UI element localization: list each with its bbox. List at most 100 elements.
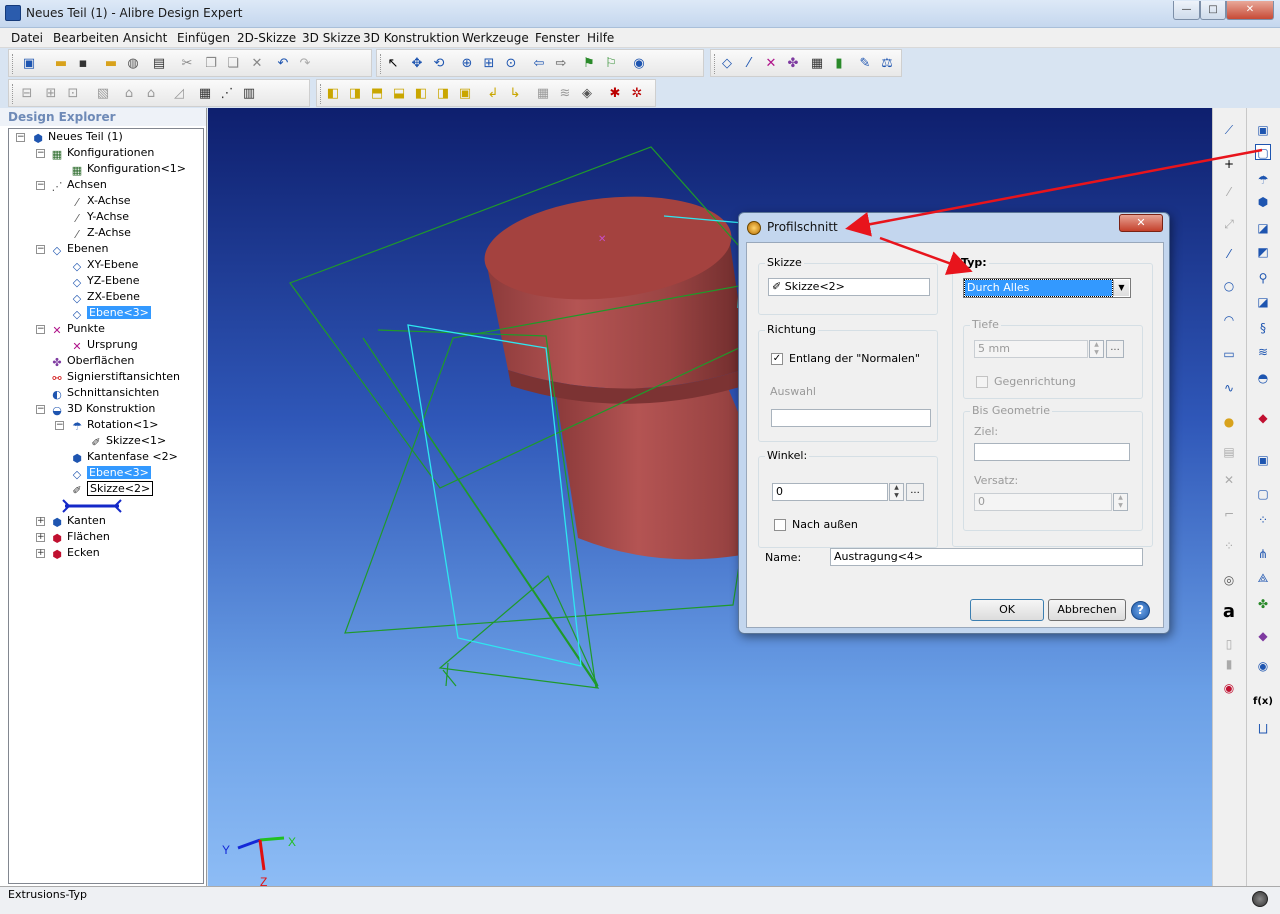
sketch-tool-7-icon[interactable]: ◿ [171, 86, 187, 102]
skizze-field[interactable]: ✐ Skizze<2> [768, 278, 930, 296]
nach-aussen-checkbox[interactable] [774, 519, 786, 531]
collapse-toggle[interactable]: − [55, 421, 64, 430]
tree-node-revolve-1[interactable]: ☂ Rotation<1> [70, 418, 158, 433]
sketch-tool-3-icon[interactable]: ⊡ [65, 86, 81, 102]
axis-tool-icon[interactable]: ⁄ [741, 56, 757, 72]
collapse-toggle[interactable]: − [36, 181, 45, 190]
view-left-icon[interactable]: ◧ [413, 86, 429, 102]
tree-node-plane-3[interactable]: ◇ Ebene<3> [70, 306, 151, 321]
tree-node-planes[interactable]: ◇ Ebenen [50, 242, 109, 257]
tree-node-x-axis[interactable]: ⁄ X-Achse [70, 194, 131, 209]
collapse-toggle[interactable]: − [36, 405, 45, 414]
app-icon[interactable] [5, 5, 21, 21]
delete-icon[interactable]: ✕ [249, 56, 265, 72]
menu-hilfe[interactable]: Hilfe [587, 31, 614, 45]
expand-toggle[interactable]: + [36, 549, 45, 558]
tree-node-configuration-1[interactable]: ▦ Konfiguration<1> [70, 162, 186, 177]
sketch-tool-6-icon[interactable]: ⌂ [143, 86, 159, 102]
view-iso-icon[interactable]: ▣ [457, 86, 473, 102]
sketch-color-icon[interactable]: ◉ [1221, 680, 1237, 696]
tree-node-points[interactable]: ✕ Punkte [50, 322, 104, 337]
zoom-in-icon[interactable]: ⊕ [459, 56, 475, 72]
copy-icon[interactable]: ❐ [203, 56, 219, 72]
sketch-tool-4-icon[interactable]: ▧ [95, 86, 111, 102]
rotate-view-icon[interactable]: ⟲ [431, 56, 447, 72]
circle-icon[interactable]: ○ [1221, 278, 1237, 294]
view-back-icon[interactable]: ◨ [347, 86, 363, 102]
open-recent-icon[interactable]: ▬ [103, 56, 119, 72]
filter-icon[interactable]: ⚑ [581, 56, 597, 72]
loft-cut-icon[interactable]: ◪ [1255, 294, 1271, 310]
new-file-icon[interactable]: ▣ [21, 56, 37, 72]
sketch-tool-1-icon[interactable]: ⊟ [19, 86, 35, 102]
hole-icon[interactable]: ⁘ [1255, 512, 1271, 528]
tree-node-surfaces[interactable]: ✤ Oberflächen [50, 354, 134, 369]
menu-fenster[interactable]: Fenster [535, 31, 580, 45]
table-icon[interactable]: ▦ [809, 56, 825, 72]
tree-node-yz-plane[interactable]: ◇ YZ-Ebene [70, 274, 140, 289]
tree-node-faces[interactable]: ⬢ Flächen [50, 530, 110, 545]
layers-icon[interactable]: ▮ [831, 56, 847, 72]
winkel-browse-button[interactable]: ... [906, 483, 924, 501]
menu-3d-konstruktion[interactable]: 3D Konstruktion [363, 31, 459, 45]
extrude-boss-icon[interactable]: ▣ [1255, 122, 1271, 138]
dialog-close-button[interactable]: ✕ [1119, 214, 1163, 232]
winkel-spinner[interactable]: ▲ ▼ [889, 483, 904, 501]
menu-werkzeuge[interactable]: Werkzeuge [462, 31, 529, 45]
redo-icon[interactable]: ↷ [297, 56, 313, 72]
auswahl-field[interactable] [771, 409, 931, 427]
line-icon[interactable]: ⁄ [1221, 246, 1237, 262]
point-tool-icon[interactable]: ✕ [763, 56, 779, 72]
tree-node-redline-views[interactable]: ⚯ Signierstiftansichten [50, 370, 180, 385]
offset-icon[interactable]: ◎ [1221, 572, 1237, 588]
open-folder-icon[interactable]: ▬ [53, 56, 69, 72]
next-view-icon[interactable]: ⇨ [553, 56, 569, 72]
explode-icon[interactable]: ≋ [557, 86, 573, 102]
tree-node-axes[interactable]: ⋰ Achsen [50, 178, 107, 193]
tree-node-y-axis[interactable]: ⁄ Y-Achse [70, 210, 129, 225]
grid-lines-icon[interactable]: ▥ [241, 86, 257, 102]
circular-pattern-icon[interactable]: ⟁ [1255, 570, 1271, 586]
pattern-icon[interactable]: ⁘ [1221, 538, 1237, 554]
sketch-mode-icon[interactable]: ⟋ [1221, 122, 1237, 138]
tree-node-origin[interactable]: ✕ Ursprung [70, 338, 137, 353]
thread-icon[interactable]: ≋ [1255, 344, 1271, 360]
lighting-icon[interactable]: ✲ [629, 86, 645, 102]
maximize-button[interactable]: □ [1200, 1, 1226, 20]
print-icon[interactable]: ▤ [151, 56, 167, 72]
menu-ansicht[interactable]: Ansicht [123, 31, 167, 45]
view-top-icon[interactable]: ⬒ [369, 86, 385, 102]
help-icon[interactable]: ? [1131, 601, 1150, 620]
normal-to-icon[interactable]: ↲ [485, 86, 501, 102]
shell-icon[interactable]: ◓ [1255, 370, 1271, 386]
expand-toggle[interactable]: + [36, 517, 45, 526]
linear-pattern-icon[interactable]: ⋔ [1255, 546, 1271, 562]
sketch-tool-2-icon[interactable]: ⊞ [43, 86, 59, 102]
tree-node-plane-3-feature[interactable]: ◇ Ebene<3> [70, 466, 151, 481]
plane-tool-icon[interactable]: ◇ [719, 56, 735, 72]
cut-icon[interactable]: ✂ [179, 56, 195, 72]
previous-view-icon[interactable]: ⇦ [531, 56, 547, 72]
versatz-input[interactable]: 0 [974, 493, 1112, 511]
menu-datei[interactable]: Datei [11, 31, 43, 45]
collapse-toggle[interactable]: − [16, 133, 25, 142]
tree-node-xy-plane[interactable]: ◇ XY-Ebene [70, 258, 139, 273]
scale-icon[interactable]: ◉ [1255, 658, 1271, 674]
sketch-figure-icon[interactable]: ▮ [1221, 656, 1237, 672]
render-icon[interactable]: ◉ [631, 56, 647, 72]
sweep-icon[interactable]: ◪ [1255, 220, 1271, 236]
line-plus-icon[interactable]: + [1221, 156, 1237, 172]
mass-properties-icon[interactable]: ⚖ [879, 56, 895, 72]
construction-line-icon[interactable]: ⁄ [1221, 184, 1237, 200]
versatz-spinner[interactable]: ▲ ▼ [1113, 493, 1128, 511]
section-view-icon[interactable]: ▦ [535, 86, 551, 102]
mirror-feature-icon[interactable]: ✤ [1255, 596, 1271, 612]
fillet-sketch-icon[interactable]: ⌐ [1221, 506, 1237, 522]
expand-toggle[interactable]: + [36, 533, 45, 542]
spline-icon[interactable]: ∿ [1221, 380, 1237, 396]
sketch-tool-icon[interactable]: ▯ [1221, 636, 1237, 652]
ok-button[interactable]: OK [970, 599, 1044, 621]
shading-icon[interactable]: ◈ [579, 86, 595, 102]
edit-icon[interactable]: ✎ [857, 56, 873, 72]
trim-icon[interactable]: ▤ [1221, 444, 1237, 460]
